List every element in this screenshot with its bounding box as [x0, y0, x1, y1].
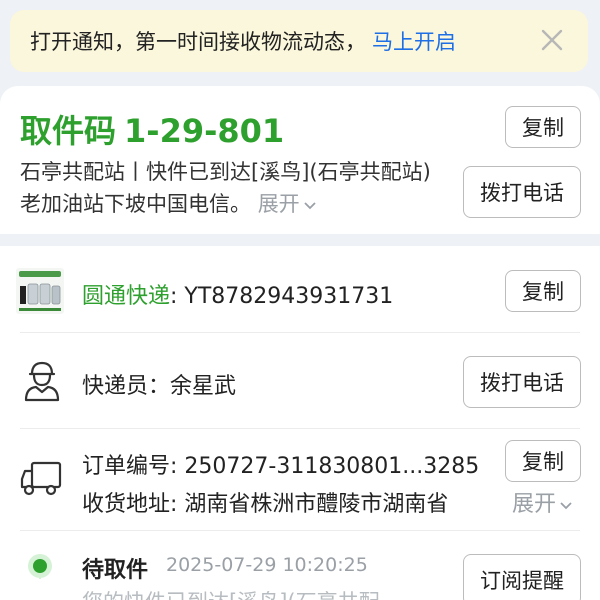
timeline-dot-icon	[27, 553, 53, 593]
divider	[20, 428, 580, 429]
call-station-button[interactable]: 拨打电话	[463, 166, 581, 218]
chevron-down-icon	[560, 502, 572, 510]
courier-icon	[22, 358, 62, 402]
enable-notification-link[interactable]: 马上开启	[372, 26, 456, 56]
pickup-expand-toggle[interactable]: 展开	[258, 192, 317, 216]
call-courier-button[interactable]: 拨打电话	[463, 356, 581, 408]
express-info: 圆通快递: YT8782943931731	[82, 278, 393, 310]
pickup-address: 石亭共配站丨快件已到达[溪鸟](石亭共配站)老加油站下坡中国电信。 展开	[20, 156, 440, 220]
shipment-detail-card: 圆通快递: YT8782943931731 复制 快递员：余星武 拨打电话 订单…	[0, 246, 600, 600]
copy-tracking-button[interactable]: 复制	[505, 270, 581, 312]
divider	[20, 530, 580, 531]
pickup-code-label: 取件码	[20, 112, 117, 150]
pickup-code-value: 1-29-801	[124, 112, 285, 150]
chevron-down-icon	[304, 202, 316, 210]
truck-icon	[20, 459, 62, 497]
copy-order-button[interactable]: 复制	[505, 440, 581, 482]
close-icon[interactable]	[538, 26, 566, 54]
status-time: 2025-07-29 10:20:25	[166, 554, 368, 576]
status-detail: 您的快件已到达[溪鸟](石亭共配	[82, 586, 380, 600]
pickup-address-text: 石亭共配站丨快件已到达[溪鸟](石亭共配站)老加油站下坡中国电信。	[20, 160, 431, 216]
pickup-card: 取件码 1-29-801 复制 石亭共配站丨快件已到达[溪鸟](石亭共配站)老加油…	[0, 86, 600, 234]
banner-text: 打开通知，第一时间接收物流动态，	[30, 30, 366, 54]
address-expand-toggle[interactable]: 展开	[512, 486, 573, 518]
subscribe-reminder-button[interactable]: 订阅提醒	[463, 554, 581, 600]
order-number: 订单编号: 250727-311830801...3285	[82, 454, 480, 479]
delivery-address: 收货地址: 湖南省株洲市醴陵市湖南省	[82, 492, 449, 517]
tracking-number: : YT8782943931731	[170, 284, 394, 309]
copy-pickup-code-button[interactable]: 复制	[505, 106, 581, 148]
divider	[20, 332, 580, 333]
express-company: 圆通快递	[82, 284, 171, 309]
status-title: 待取件	[82, 558, 149, 583]
pickup-code-title: 取件码 1-29-801	[20, 106, 292, 152]
address-expand-label: 展开	[512, 492, 557, 517]
package-thumbnail	[16, 268, 64, 314]
notification-banner: 打开通知，第一时间接收物流动态， 马上开启	[10, 10, 588, 72]
pickup-expand-label: 展开	[257, 192, 300, 216]
courier-name: 快递员：余星武	[82, 374, 237, 399]
